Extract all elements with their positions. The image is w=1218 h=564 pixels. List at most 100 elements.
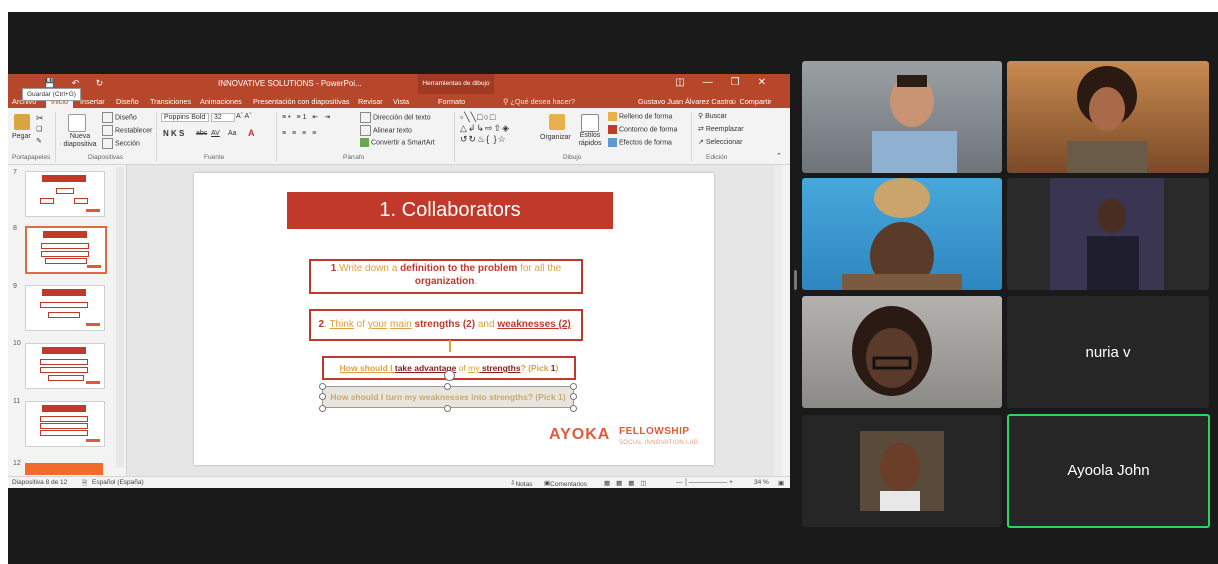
section-icon [102,138,113,149]
tab-insertar[interactable]: Insertar [80,97,105,106]
thumb-number: 9 [13,283,17,290]
shapes-gallery[interactable]: ▫╲╲□○□ △↲↳⇨⇧◈ ↺↻♨{ }☆ [460,112,538,146]
change-case-button[interactable]: Aa [228,130,237,137]
participant-tile-nuria[interactable]: nuria v [1007,296,1209,408]
zoom-meeting-window: 💾 ↶ ↻ INNOVATIVE SOLUTIONS - PowerPoi...… [8,12,1218,564]
tab-diseno[interactable]: Diseño [116,97,139,106]
tab-revisar[interactable]: Revisar [358,97,383,106]
tab-presentacion[interactable]: Presentación con diapositivas [253,97,350,106]
layout-label: Diseño [115,114,137,122]
rotate-handle[interactable] [444,370,455,381]
find-button[interactable]: ⚲ Buscar [698,112,727,120]
text-direction-button[interactable]: Dirección del texto [360,112,431,123]
align-text-button[interactable]: Alinear texto [360,125,412,136]
step1-post: for all the [517,263,562,274]
step2-box[interactable]: 2. Think of your main strengths (2) and … [309,309,583,341]
zoom-slider[interactable]: — │—————— + [676,479,733,486]
resize-handle[interactable] [570,383,577,390]
font-size-select[interactable]: 32 [211,113,235,122]
comments-button[interactable]: ▣ Comentarios [544,479,587,488]
participant-video-feed [872,75,957,173]
collapse-ribbon-icon[interactable]: ⌃ [776,152,782,160]
align-buttons-icon[interactable]: ≡ ≡ ≡ ≡ [282,130,318,137]
participant-video-1[interactable] [802,61,1002,173]
format-painter-icon[interactable]: ✎ [36,137,42,145]
new-slide-icon[interactable] [68,114,86,132]
thumb-slide-12[interactable] [25,463,103,475]
section-button[interactable]: Sección [102,138,140,149]
shape-outline-label: Contorno de forma [619,126,678,134]
thumb-shape [40,359,88,365]
paste-icon[interactable] [14,114,30,130]
resize-handle[interactable] [319,393,326,400]
quick-styles-button[interactable]: Estilos rápidos [574,132,606,148]
notes-button[interactable]: ⇩ Notas [510,479,532,488]
slide-title[interactable]: 1. Collaborators [287,192,613,229]
char-spacing-button[interactable]: AV [211,130,220,137]
copy-icon[interactable]: ❏ [36,125,42,133]
reset-button[interactable]: Restablecer [102,125,152,136]
thumb-title-bar [42,405,86,412]
bold-italic-underline-buttons[interactable]: N K S [163,129,184,138]
arrange-icon[interactable] [549,114,565,130]
resize-handle[interactable] [319,405,326,412]
participant-tile-ayoola-john-active[interactable]: Ayoola John [1007,414,1210,528]
font-name-select[interactable]: Poppins Bold [161,113,209,122]
thumb-shape [45,258,87,264]
thumb-slide-10[interactable] [25,343,105,389]
tab-vista[interactable]: Vista [393,97,409,106]
spellcheck-icon[interactable]: 🗎 [82,479,87,488]
tell-me-search[interactable]: ⚲ ¿Qué desea hacer? [503,97,575,106]
canvas-scrollbar[interactable] [774,165,782,476]
paste-label[interactable]: Pegar [12,133,31,140]
resize-handle[interactable] [570,393,577,400]
participant-video-3[interactable] [802,178,1002,290]
step2-your: your [367,319,388,330]
resize-handle[interactable] [319,383,326,390]
list-buttons-icon[interactable]: ≡• ≡1 ⇤ ⇥ [282,113,332,121]
layout-button[interactable]: Diseño [102,112,137,123]
share-label: Compartir [739,97,772,106]
panel-resize-handle[interactable] [794,270,797,290]
step1-box[interactable]: 1.Write down a definition to the problem… [309,259,583,294]
smartart-button[interactable]: Convertir a SmartArt [360,138,435,147]
quick-styles-icon[interactable] [581,114,599,132]
arrange-button[interactable]: Organizar [540,134,571,141]
step2-end: . [570,319,574,330]
thumb-slide-7[interactable] [25,171,105,217]
grow-shrink-font-icon[interactable]: Aˆ Aˇ [236,113,252,120]
participant-video-7[interactable] [802,415,1002,527]
shape-outline-button[interactable]: Contorno de forma [608,125,677,134]
shape-fill-button[interactable]: Relleno de forma [608,112,672,121]
replace-button[interactable]: ⇄ Reemplazar [698,125,744,133]
cut-icon[interactable]: ✂ [36,113,44,124]
strikethrough-button[interactable]: abc [196,130,207,137]
participant-video-feed [842,178,962,290]
new-slide-button[interactable]: Nueva diapositiva [60,133,100,149]
thumbs-scrollbar[interactable] [116,167,124,467]
resize-handle[interactable] [444,405,451,412]
tab-animaciones[interactable]: Animaciones [200,97,242,106]
thumb-slide-11[interactable] [25,401,105,447]
participant-video-2[interactable] [1007,61,1209,173]
shape-effects-button[interactable]: Efectos de forma [608,138,672,147]
share-button[interactable]: ☺ Compartir [730,97,772,106]
thumb-logo [86,323,100,326]
group-dibujo: Dibujo [563,154,582,161]
resize-handle[interactable] [570,405,577,412]
tab-formato[interactable]: Formato [438,97,465,106]
view-buttons[interactable]: ▦▦▦◫ [604,479,653,487]
tab-transiciones[interactable]: Transiciones [150,97,191,106]
participant-video-4[interactable] [1007,178,1209,290]
thumb-shape [74,198,88,204]
window-controls[interactable]: ◫—❐✕ [675,77,784,88]
thumb-slide-8[interactable] [25,226,107,274]
font-color-icon[interactable]: A [248,128,255,138]
thumb-slide-9[interactable] [25,285,105,331]
select-button[interactable]: ↗ Seleccionar [698,138,742,146]
fit-slide-icon[interactable]: ▣ [778,479,784,487]
language-status[interactable]: Español (España) [92,479,144,486]
zoom-level[interactable]: 34 % [754,479,769,486]
participant-video-5[interactable] [802,296,1002,408]
resize-handle[interactable] [444,383,451,390]
